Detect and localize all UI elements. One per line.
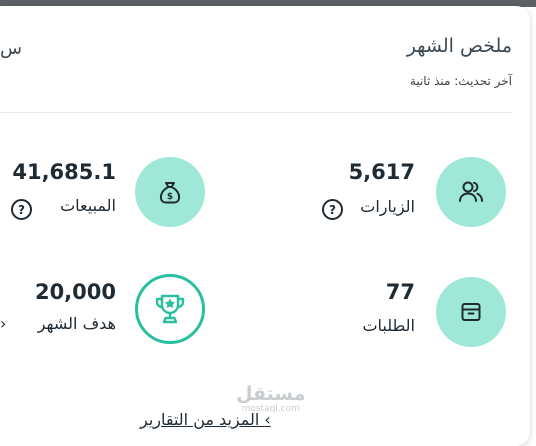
trophy-icon — [155, 294, 185, 324]
users-icon — [459, 181, 483, 202]
goal-chevron-icon[interactable]: › — [0, 314, 6, 333]
money-bag-icon: $ — [159, 182, 181, 204]
box-icon — [461, 303, 481, 321]
visits-help-icon[interactable]: ? — [322, 199, 343, 220]
orders-label: الطلبات — [362, 316, 415, 335]
card-title: ملخص الشهر — [406, 35, 512, 57]
watermark-arabic: مستقل — [236, 383, 306, 405]
sales-value: 41,685.1 — [12, 160, 116, 184]
more-reports-chevron-icon: › — [264, 410, 271, 429]
last-update-text: آخر تحديث: منذ ثانية — [409, 74, 512, 88]
sales-label: المبيعات — [60, 196, 116, 215]
more-reports-link[interactable]: › المزيد من التقارير — [140, 410, 271, 429]
svg-text:$: $ — [167, 192, 173, 202]
header-divider — [0, 112, 512, 113]
orders-icon-circle — [436, 277, 506, 347]
visits-icon-circle — [436, 157, 506, 227]
orders-value: 77 — [385, 280, 415, 304]
goal-label: هدف الشهر — [37, 314, 116, 333]
sales-icon-circle: $ — [135, 157, 205, 227]
sales-help-icon[interactable]: ? — [11, 199, 32, 220]
goal-value: 20,000 — [34, 280, 116, 304]
visits-value: 5,617 — [348, 160, 415, 184]
goal-icon-circle — [135, 274, 205, 344]
month-summary-card — [0, 6, 530, 446]
visits-label: الزيارات — [360, 197, 415, 216]
adjacent-card-title-cut: س — [0, 38, 22, 59]
more-reports-label: المزيد من التقارير — [140, 410, 260, 429]
